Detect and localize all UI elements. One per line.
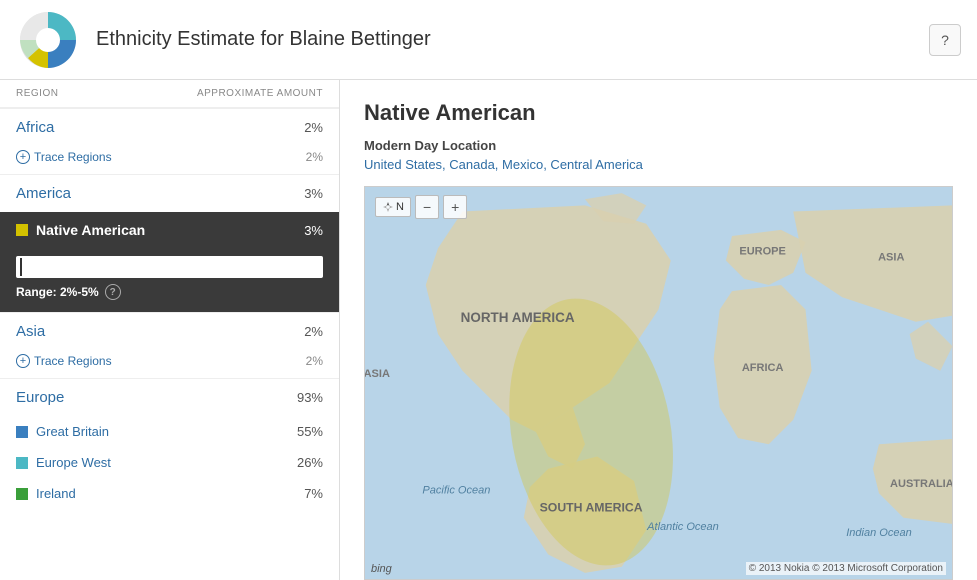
great-britain-row[interactable]: Great Britain 55%	[0, 416, 339, 447]
atlantic-ocean-label: Atlantic Ocean	[646, 521, 719, 533]
range-text: Range: 2%-5%	[16, 285, 99, 299]
europe-west-name: Europe West	[16, 455, 111, 470]
ireland-pct: 7%	[304, 486, 323, 501]
ireland-color	[16, 488, 28, 500]
modern-day-locations: United States, Canada, Mexico, Central A…	[364, 157, 953, 172]
europe-label: EUROPE	[739, 245, 786, 257]
map-container[interactable]: N − +	[364, 186, 953, 580]
compass-icon	[382, 201, 394, 213]
africa-trace-pct: 2%	[306, 150, 323, 164]
asia-right-label: ASIA	[878, 252, 904, 264]
asia-trace-row[interactable]: + Trace Regions 2%	[0, 350, 339, 378]
ireland-row[interactable]: Ireland 7%	[0, 478, 339, 509]
asia-name: Asia	[16, 323, 45, 340]
main-container: REGION APPROXIMATE AMOUNT Africa 2% + Tr…	[0, 80, 977, 580]
logo-pie-chart	[16, 8, 80, 72]
asia-trace-pct: 2%	[306, 354, 323, 368]
native-american-label: Native American	[16, 222, 145, 238]
america-pct: 3%	[304, 186, 323, 201]
compass-button[interactable]: N	[375, 197, 411, 217]
zoom-out-button[interactable]: −	[415, 195, 439, 219]
native-american-color	[16, 224, 28, 236]
range-label-row: Range: 2%-5% ?	[16, 284, 323, 300]
right-panel: Native American Modern Day Location Unit…	[340, 80, 977, 580]
pacific-ocean-label: Pacific Ocean	[422, 484, 490, 496]
map-attribution: © 2013 Nokia © 2013 Microsoft Corporatio…	[746, 562, 946, 575]
ireland-name: Ireland	[16, 486, 76, 501]
asia-left-label: ASIA	[365, 368, 390, 380]
modern-day-label: Modern Day Location	[364, 138, 953, 153]
indian-ocean-label: Indian Ocean	[846, 527, 912, 539]
bing-logo: bing	[371, 563, 392, 575]
range-cursor	[20, 258, 22, 276]
region-group-africa: Africa 2% + Trace Regions 2%	[0, 108, 339, 174]
america-row[interactable]: America 3%	[0, 175, 339, 212]
africa-trace-row[interactable]: + Trace Regions 2%	[0, 146, 339, 174]
great-britain-name: Great Britain	[16, 424, 109, 439]
africa-name: Africa	[16, 119, 54, 136]
africa-trace-label: + Trace Regions	[16, 150, 112, 164]
europe-row[interactable]: Europe 93%	[0, 379, 339, 416]
america-name: America	[16, 185, 71, 202]
asia-pct: 2%	[304, 324, 323, 339]
europe-west-color	[16, 457, 28, 469]
australia-label: AUSTRALIA	[890, 478, 952, 490]
amount-col-header: APPROXIMATE AMOUNT	[197, 88, 323, 99]
region-group-europe: Europe 93% Great Britain 55% Europe West…	[0, 378, 339, 509]
range-container: Range: 2%-5% ?	[0, 248, 339, 312]
region-group-asia: Asia 2% + Trace Regions 2%	[0, 312, 339, 378]
europe-name: Europe	[16, 389, 64, 406]
asia-trace-label: + Trace Regions	[16, 354, 112, 368]
great-britain-color	[16, 426, 28, 438]
europe-pct: 93%	[297, 390, 323, 405]
region-col-header: REGION	[16, 88, 58, 99]
range-help-icon[interactable]: ?	[105, 284, 121, 300]
europe-west-row[interactable]: Europe West 26%	[0, 447, 339, 478]
africa-trace-plus-icon: +	[16, 150, 30, 164]
south-america-label: SOUTH AMERICA	[540, 501, 643, 515]
great-britain-pct: 55%	[297, 424, 323, 439]
page-title: Ethnicity Estimate for Blaine Bettinger	[96, 28, 929, 51]
north-america-label: NORTH AMERICA	[461, 310, 575, 325]
zoom-in-button[interactable]: +	[443, 195, 467, 219]
compass-label: N	[396, 201, 404, 213]
africa-row[interactable]: Africa 2%	[0, 109, 339, 146]
africa-label: AFRICA	[742, 362, 784, 374]
left-panel: REGION APPROXIMATE AMOUNT Africa 2% + Tr…	[0, 80, 340, 580]
map-navigation: N − +	[375, 195, 467, 219]
native-american-selected-row[interactable]: Native American 3%	[0, 212, 339, 248]
asia-trace-plus-icon: +	[16, 354, 30, 368]
detail-title: Native American	[364, 100, 953, 126]
africa-pct: 2%	[304, 120, 323, 135]
range-bar	[16, 256, 323, 278]
column-headers: REGION APPROXIMATE AMOUNT	[0, 80, 339, 108]
europe-west-pct: 26%	[297, 455, 323, 470]
world-map: NORTH AMERICA SOUTH AMERICA EUROPE ASIA …	[365, 187, 952, 579]
help-button[interactable]: ?	[929, 24, 961, 56]
region-group-america: America 3% Native American 3% Range: 2%-…	[0, 174, 339, 312]
native-american-pct: 3%	[304, 223, 323, 238]
header: Ethnicity Estimate for Blaine Bettinger …	[0, 0, 977, 80]
asia-row[interactable]: Asia 2%	[0, 313, 339, 350]
